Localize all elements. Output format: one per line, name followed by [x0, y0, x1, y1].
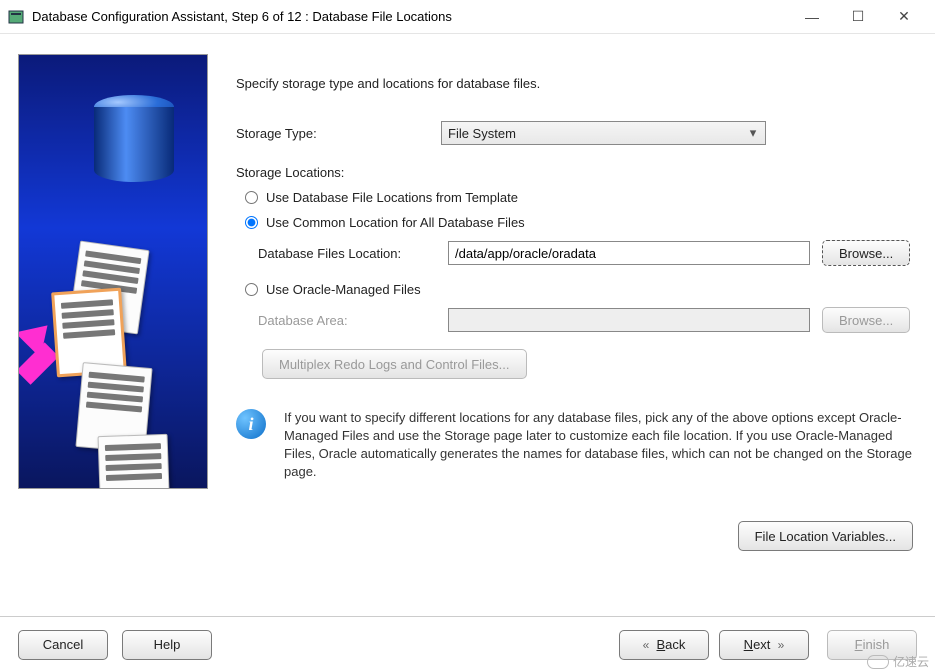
next-arrow-icon: » [778, 638, 785, 652]
watermark: 亿速云 [867, 653, 929, 670]
file-location-variables-row: File Location Variables... [236, 521, 917, 551]
next-label-rest: ext [753, 637, 770, 652]
radio-omf[interactable] [245, 283, 258, 296]
watermark-icon [867, 655, 889, 669]
browse-db-files-button[interactable]: Browse... [822, 240, 910, 266]
radio-common[interactable] [245, 216, 258, 229]
file-location-variables-button[interactable]: File Location Variables... [738, 521, 913, 551]
info-icon: i [236, 409, 266, 439]
minimize-button[interactable]: — [789, 0, 835, 34]
radio-template-label: Use Database File Locations from Templat… [266, 190, 518, 205]
radio-common-row[interactable]: Use Common Location for All Database Fil… [241, 215, 917, 230]
radio-template-row[interactable]: Use Database File Locations from Templat… [241, 190, 917, 205]
db-files-location-input[interactable] [448, 241, 810, 265]
page-heading: Specify storage type and locations for d… [236, 76, 917, 91]
storage-type-value: File System [448, 126, 516, 141]
radio-omf-row[interactable]: Use Oracle-Managed Files [241, 282, 917, 297]
db-files-location-label: Database Files Location: [258, 246, 448, 261]
back-arrow-icon: « [643, 638, 650, 652]
maximize-button[interactable]: ☐ [835, 0, 881, 34]
info-text: If you want to specify different locatio… [284, 409, 917, 481]
finish-label-rest: inish [863, 637, 890, 652]
storage-locations-label: Storage Locations: [236, 165, 441, 180]
app-icon [8, 9, 24, 25]
window-title: Database Configuration Assistant, Step 6… [32, 9, 789, 24]
radio-omf-label: Use Oracle-Managed Files [266, 282, 421, 297]
radio-template[interactable] [245, 191, 258, 204]
db-area-row: Database Area: Browse... [236, 307, 917, 333]
watermark-text: 亿速云 [893, 653, 929, 670]
titlebar: Database Configuration Assistant, Step 6… [0, 0, 935, 34]
close-button[interactable]: ✕ [881, 0, 927, 34]
help-button[interactable]: Help [122, 630, 212, 660]
cancel-button[interactable]: Cancel [18, 630, 108, 660]
storage-locations-label-row: Storage Locations: [236, 165, 917, 180]
multiplex-button: Multiplex Redo Logs and Control Files... [262, 349, 527, 379]
main-panel: Specify storage type and locations for d… [236, 54, 917, 551]
info-row: i If you want to specify different locat… [236, 409, 917, 481]
storage-type-select[interactable]: File System ▾ [441, 121, 766, 145]
wizard-illustration [18, 54, 208, 489]
chevron-down-icon: ▾ [745, 126, 761, 142]
browse-db-area-button: Browse... [822, 307, 910, 333]
radio-common-label: Use Common Location for All Database Fil… [266, 215, 525, 230]
db-area-label: Database Area: [258, 313, 448, 328]
db-files-location-row: Database Files Location: Browse... [236, 240, 917, 266]
storage-type-row: Storage Type: File System ▾ [236, 121, 917, 145]
db-area-input [448, 308, 810, 332]
content-area: Specify storage type and locations for d… [0, 34, 935, 561]
back-label-rest: ack [665, 637, 685, 652]
back-button[interactable]: « Back [619, 630, 709, 660]
next-button[interactable]: Next » [719, 630, 809, 660]
footer: Cancel Help « Back Next » Finish [0, 616, 935, 672]
storage-type-label: Storage Type: [236, 126, 441, 141]
